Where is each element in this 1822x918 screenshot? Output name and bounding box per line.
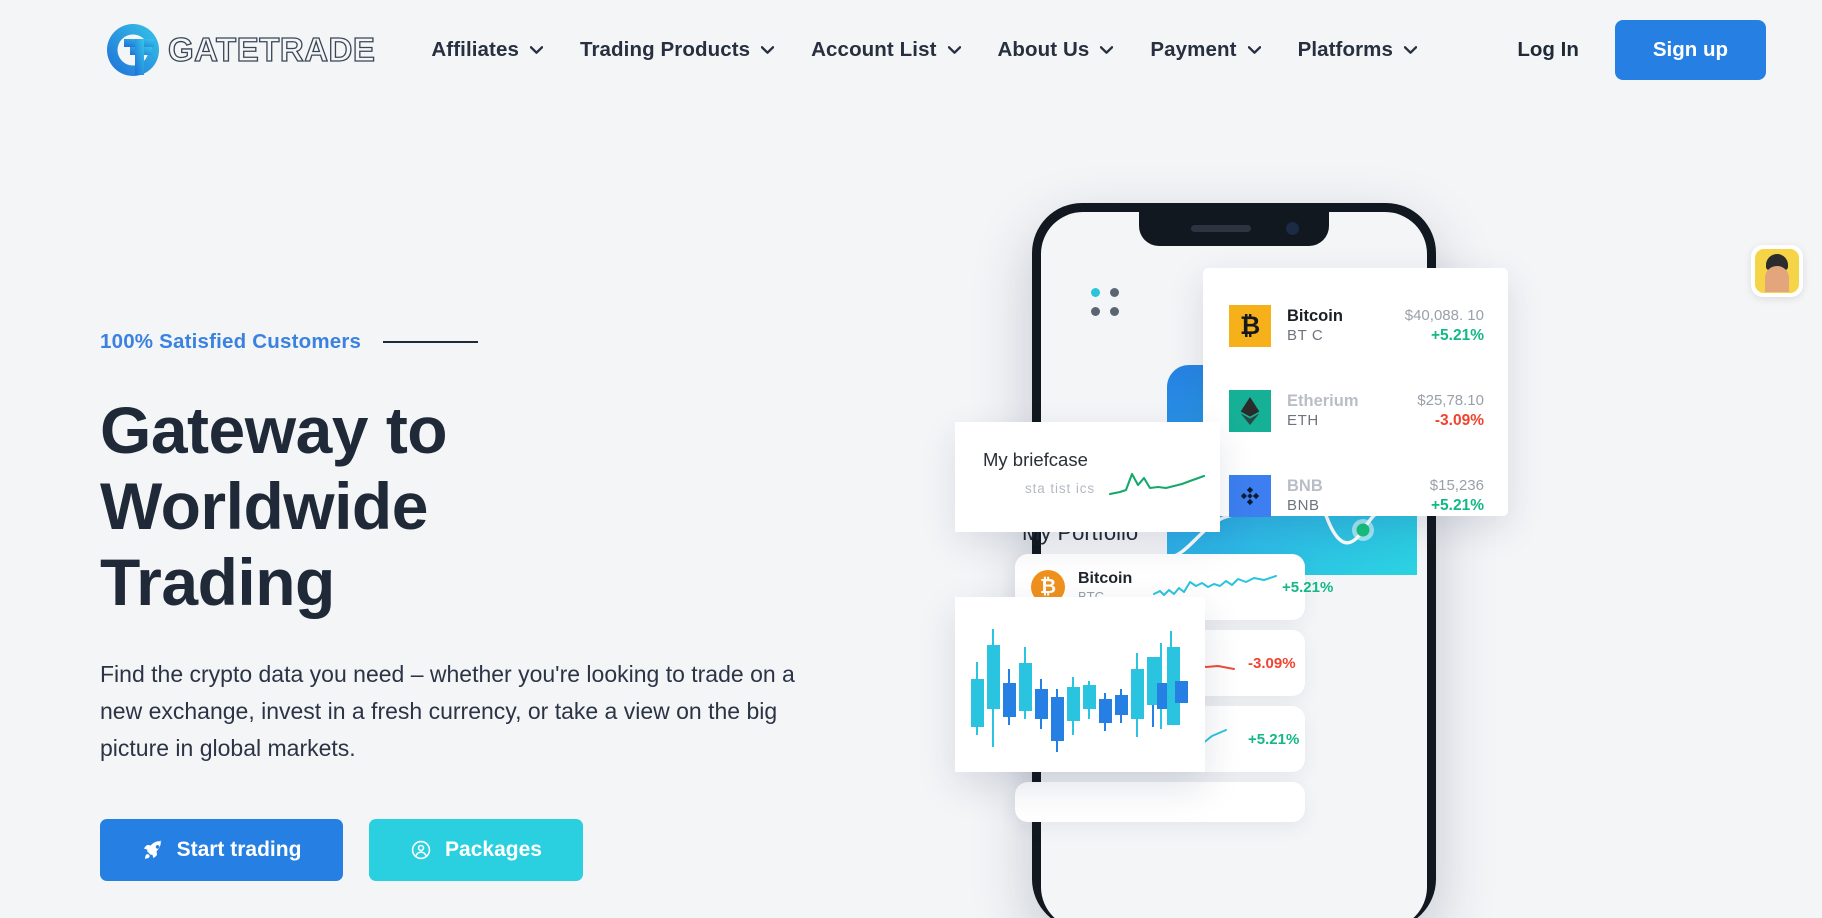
price-row[interactable]: Etherium ETH $25,78.10 -3.09%	[1229, 383, 1484, 439]
coin-price: $40,088. 10	[1404, 307, 1484, 324]
coin-price: $15,236	[1429, 477, 1484, 494]
phone-camera-icon	[1286, 222, 1299, 235]
hero-content: 100% Satisfied Customers Gateway to Worl…	[100, 330, 890, 881]
start-trading-button[interactable]: Start trading	[100, 819, 343, 881]
coin-change: -3.09%	[1434, 412, 1484, 429]
nav-item-account-list[interactable]: Account List	[811, 38, 961, 62]
chevron-down-icon	[1247, 46, 1261, 54]
button-label: Packages	[445, 838, 542, 861]
avatar-image	[1755, 249, 1799, 293]
page-title: Gateway to Worldwide Trading	[100, 393, 448, 619]
hero-illustration: Balance $ 47,153.45 ₿ Bitcoin BT C $40,0…	[955, 190, 1822, 918]
auth-actions: Log In Sign up	[1517, 20, 1766, 80]
candlestick-chart	[971, 629, 1188, 752]
hero-eyebrow-row: 100% Satisfied Customers	[100, 330, 890, 354]
coin-figures: $25,78.10 -3.09%	[1417, 391, 1484, 431]
ethereum-icon	[1229, 390, 1271, 432]
coin-change: +5.21%	[1430, 497, 1484, 514]
coin-identity: BNB BNB	[1287, 476, 1430, 516]
nav-item-payment[interactable]: Payment	[1150, 38, 1261, 62]
coin-ticker: BT C	[1287, 327, 1324, 344]
nav-label: Platforms	[1297, 38, 1394, 61]
coin-name: BNB	[1287, 477, 1323, 495]
nav-label: Affiliates	[431, 38, 519, 61]
briefcase-subtitle: sta tist ics	[1025, 481, 1096, 496]
button-label: Start trading	[176, 838, 302, 861]
main-navigation: Affiliates Trading Products Account List…	[431, 38, 1517, 62]
hero-cta-row: Start trading Packages	[100, 819, 890, 881]
coin-figures: $40,088. 10 +5.21%	[1405, 306, 1484, 346]
chevron-down-icon	[1100, 46, 1114, 54]
chevron-down-icon	[761, 46, 775, 54]
bitcoin-icon: ₿	[1229, 305, 1271, 347]
coin-identity: Etherium ETH	[1287, 391, 1417, 431]
price-row[interactable]: ₿ Bitcoin BT C $40,088. 10 +5.21%	[1229, 298, 1484, 354]
portfolio-row-partial[interactable]	[1015, 782, 1305, 822]
site-header: GATETRADE Affiliates Trading Products Ac…	[0, 0, 1822, 100]
coin-name: Bitcoin	[1287, 307, 1343, 325]
nav-label: About Us	[997, 38, 1090, 61]
briefcase-card: My briefcase sta tist ics	[955, 422, 1220, 532]
user-circle-icon	[410, 839, 432, 861]
phone-speaker	[1191, 225, 1251, 232]
portfolio-change: +5.21%	[1248, 730, 1300, 748]
coin-change: +5.21%	[1430, 327, 1484, 344]
briefcase-sparkline	[1108, 472, 1206, 496]
eyebrow-divider	[383, 341, 479, 343]
chevron-down-icon	[947, 46, 961, 54]
signup-button[interactable]: Sign up	[1614, 20, 1766, 80]
gt-logo-icon	[104, 21, 162, 79]
coin-ticker: BNB	[1287, 497, 1320, 514]
crypto-price-panel: ₿ Bitcoin BT C $40,088. 10 +5.21% Etheri…	[1203, 268, 1508, 517]
chevron-down-icon	[529, 46, 543, 54]
nav-label: Trading Products	[579, 38, 751, 61]
brand-wordmark: GATETRADE	[167, 30, 376, 68]
hero-eyebrow: 100% Satisfied Customers	[100, 330, 362, 353]
login-link[interactable]: Log In	[1517, 38, 1578, 62]
phone-notch	[1139, 212, 1329, 246]
grid-menu-icon[interactable]	[1091, 288, 1123, 320]
nav-item-platforms[interactable]: Platforms	[1297, 38, 1418, 62]
hero-description: Find the crypto data you need – whether …	[100, 661, 795, 761]
coin-ticker: ETH	[1287, 412, 1319, 429]
packages-button[interactable]: Packages	[369, 819, 583, 881]
price-row[interactable]: BNB BNB $15,236 +5.21%	[1229, 468, 1484, 524]
coin-name: Etherium	[1287, 392, 1359, 410]
binance-icon	[1229, 475, 1271, 517]
rocket-icon	[142, 839, 164, 861]
coin-figures: $15,236 +5.21%	[1430, 476, 1484, 516]
portfolio-change: -3.09%	[1248, 654, 1296, 672]
landing-page: GATETRADE Affiliates Trading Products Ac…	[0, 0, 1822, 918]
avatar[interactable]	[1751, 245, 1803, 297]
coin-price: $25,78.10	[1417, 392, 1484, 409]
briefcase-title: My briefcase	[983, 449, 1088, 470]
chevron-down-icon	[1404, 46, 1418, 54]
portfolio-change: +5.21%	[1282, 578, 1334, 596]
nav-item-about-us[interactable]: About Us	[998, 38, 1114, 62]
nav-label: Payment	[1150, 38, 1237, 61]
candlestick-chart-card	[955, 597, 1205, 772]
nav-item-affiliates[interactable]: Affiliates	[431, 38, 543, 62]
portfolio-name: Bitcoin	[1078, 570, 1133, 587]
brand-logo[interactable]: GATETRADE	[104, 21, 376, 79]
nav-label: Account List	[811, 38, 937, 61]
nav-item-trading-products[interactable]: Trading Products	[579, 38, 775, 62]
coin-identity: Bitcoin BT C	[1287, 306, 1405, 346]
